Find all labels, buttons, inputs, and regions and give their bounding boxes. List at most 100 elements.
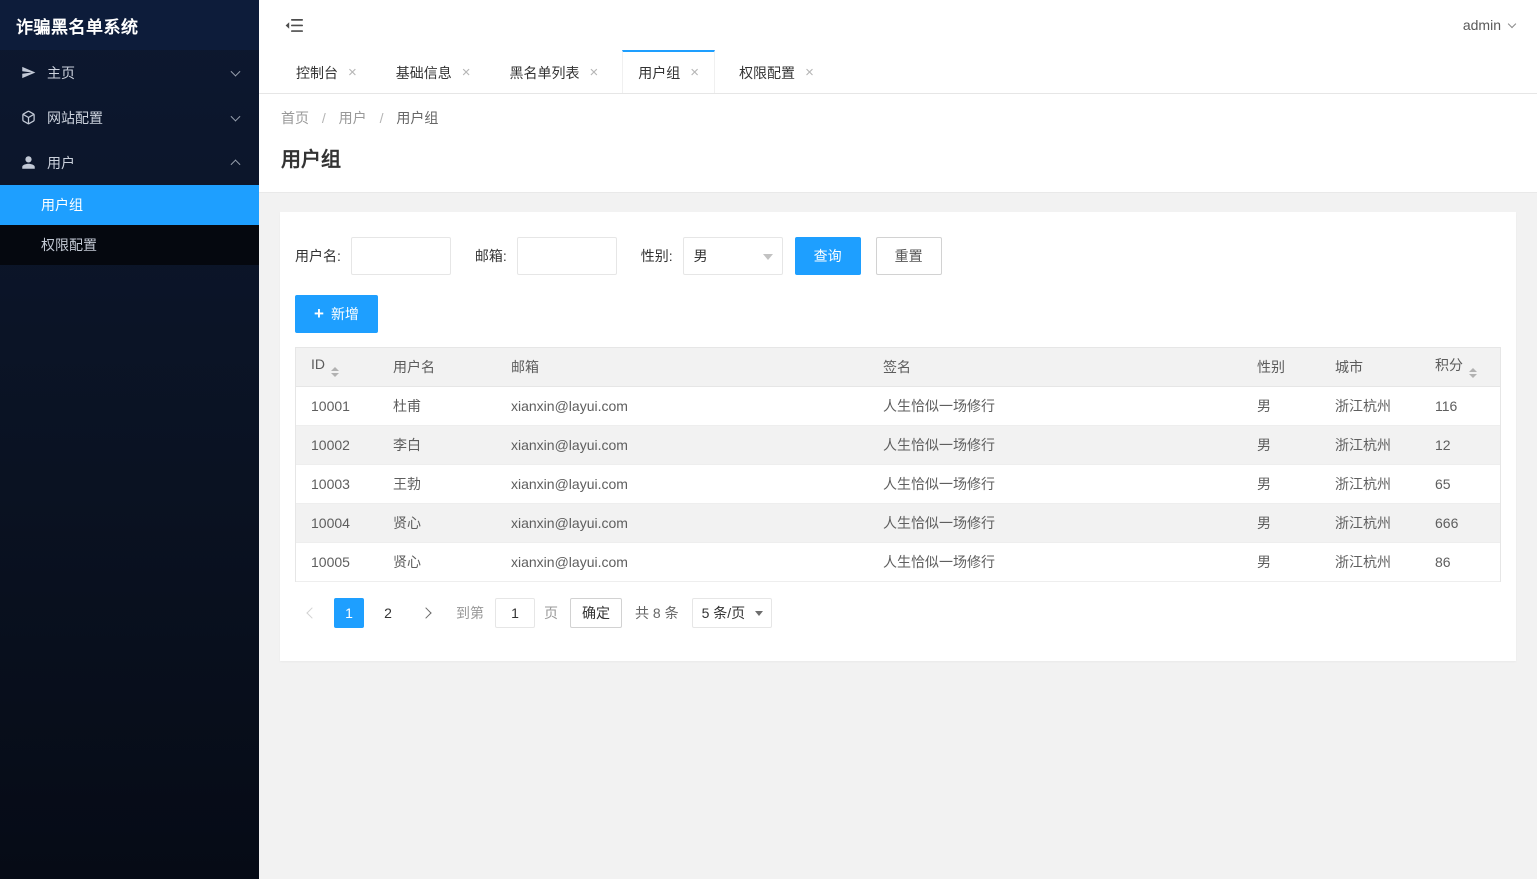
page-number-button[interactable]: 2: [373, 598, 403, 628]
cell-username: 李白: [378, 425, 496, 465]
table-header-row: ID 用户名 邮箱 签名 性别 城市 积分: [296, 348, 1500, 387]
cell-city: 浙江杭州: [1320, 464, 1420, 504]
table-column-header[interactable]: 积分: [1420, 348, 1500, 387]
sidebar-subitem-label: 用户组: [41, 197, 83, 213]
tab-close-icon[interactable]: ×: [690, 65, 699, 80]
cell-id: 10001: [296, 386, 378, 426]
table-column-header: 城市: [1320, 348, 1420, 387]
sidebar-item-user-group[interactable]: 用户组: [0, 185, 259, 225]
tab-label: 黑名单列表: [509, 64, 580, 81]
dropdown-arrow-icon: [755, 610, 764, 616]
page-size-value: 5 条/页: [701, 604, 746, 621]
sidebar-item-label: 用户: [47, 154, 75, 171]
breadcrumb-current: 用户组: [396, 110, 439, 126]
cube-icon: [22, 110, 35, 125]
sort-asc-icon: [331, 367, 339, 372]
cell-email: xianxin@layui.com: [496, 425, 868, 465]
sidebar-item-site-config[interactable]: 网站配置: [0, 95, 259, 140]
confirm-button[interactable]: 确定: [570, 597, 622, 628]
chevron-left-icon: [305, 606, 318, 619]
cell-signature: 人生恰似一场修行: [868, 503, 1242, 543]
tab-label: 用户组: [638, 64, 681, 81]
username-input[interactable]: [350, 237, 451, 275]
sort-icon[interactable]: [1469, 368, 1477, 379]
table-row: 10001 杜甫 xianxin@layui.com 人生恰似一场修行 男 浙江…: [296, 386, 1500, 426]
chevron-right-icon: [419, 606, 432, 619]
sidebar-item-users[interactable]: 用户: [0, 140, 259, 185]
goto-page-input[interactable]: [495, 597, 535, 628]
sort-icon[interactable]: [331, 367, 339, 378]
username: admin: [1462, 17, 1501, 33]
tab-bar: 控制台 × 基础信息 × 黑名单列表 × 用户组 × 权限配置 ×: [259, 50, 1537, 94]
sidebar: 诈骗黑名单系统 主页 网站配置 用户 用户组 权限配置: [0, 0, 259, 879]
add-button[interactable]: + 新增: [295, 295, 378, 333]
table-column-header: 用户名: [378, 348, 496, 387]
cell-city: 浙江杭州: [1320, 386, 1420, 426]
tab[interactable]: 用户组 ×: [622, 50, 716, 93]
pagination: 12 到第 页 确定 共 8 条 5 条/页: [295, 597, 1501, 628]
breadcrumb-user[interactable]: 用户: [339, 110, 367, 126]
tab[interactable]: 权限配置 ×: [724, 50, 829, 93]
cell-score: 86: [1420, 542, 1500, 582]
breadcrumb: 首页 / 用户 / 用户组: [281, 108, 1515, 128]
next-page-button[interactable]: [412, 598, 442, 628]
cell-email: xianxin@layui.com: [496, 464, 868, 504]
cell-gender: 男: [1242, 503, 1320, 543]
page-number-button[interactable]: 1: [334, 597, 364, 628]
gender-select[interactable]: 男: [682, 237, 783, 275]
email-input[interactable]: [516, 237, 617, 275]
cell-score: 116: [1420, 386, 1500, 426]
tab-close-icon[interactable]: ×: [805, 65, 814, 80]
toolbar: + 新增: [295, 295, 1501, 333]
cell-gender: 男: [1242, 386, 1320, 426]
table-column-header: 签名: [868, 348, 1242, 387]
app-root: 诈骗黑名单系统 主页 网站配置 用户 用户组 权限配置 admin 控制台 × …: [0, 0, 1537, 879]
breadcrumb-home[interactable]: 首页: [281, 110, 309, 126]
page-size-select[interactable]: 5 条/页: [691, 597, 773, 628]
content-area: 用户名: 邮箱: 性别: 男 查询 重置 + 新增 ID 用户名 邮箱 签名 性…: [259, 193, 1537, 879]
prev-page-button[interactable]: [295, 598, 325, 628]
users-table-wrap: ID 用户名 邮箱 签名 性别 城市 积分 10001 杜甫 xianxin@l…: [295, 347, 1501, 582]
sort-desc-icon: [331, 373, 339, 378]
tab-close-icon[interactable]: ×: [590, 65, 599, 80]
sidebar-item-home[interactable]: 主页: [0, 50, 259, 95]
collapse-sidebar-icon: [285, 18, 303, 32]
tab[interactable]: 基础信息 ×: [381, 50, 486, 93]
top-bar: admin: [259, 0, 1537, 50]
username-label: 用户名:: [295, 248, 341, 264]
cell-username: 王勃: [378, 464, 496, 504]
table-column-header: 性别: [1242, 348, 1320, 387]
tab[interactable]: 黑名单列表 ×: [495, 50, 614, 93]
table-column-header[interactable]: ID: [296, 348, 378, 387]
main-area: admin 控制台 × 基础信息 × 黑名单列表 × 用户组 × 权限配置 × …: [259, 0, 1537, 879]
cell-score: 666: [1420, 503, 1500, 543]
cell-city: 浙江杭州: [1320, 503, 1420, 543]
tab-label: 控制台: [296, 64, 338, 81]
email-field-group: 邮箱:: [475, 237, 617, 275]
cell-id: 10002: [296, 425, 378, 465]
chevron-up-icon: [230, 158, 241, 169]
gender-label: 性别:: [640, 248, 673, 264]
reset-button[interactable]: 重置: [875, 237, 942, 275]
sidebar-submenu-users: 用户组 权限配置: [0, 185, 259, 265]
query-button[interactable]: 查询: [794, 237, 861, 275]
page-title: 用户组: [281, 149, 341, 171]
tab-close-icon[interactable]: ×: [348, 65, 357, 80]
add-button-label: 新增: [330, 306, 359, 322]
cell-gender: 男: [1242, 542, 1320, 582]
user-menu[interactable]: admin: [1462, 17, 1517, 33]
tab-close-icon[interactable]: ×: [462, 65, 471, 80]
search-form: 用户名: 邮箱: 性别: 男 查询 重置: [295, 237, 1501, 275]
sort-desc-icon: [1469, 374, 1477, 379]
cell-signature: 人生恰似一场修行: [868, 425, 1242, 465]
collapse-sidebar-button[interactable]: [281, 14, 308, 37]
cell-email: xianxin@layui.com: [496, 503, 868, 543]
page-numbers: 12: [334, 597, 412, 628]
send-icon: [22, 66, 36, 79]
cell-email: xianxin@layui.com: [496, 386, 868, 426]
tab[interactable]: 控制台 ×: [281, 50, 372, 93]
cell-gender: 男: [1242, 464, 1320, 504]
table-row: 10003 王勃 xianxin@layui.com 人生恰似一场修行 男 浙江…: [296, 464, 1500, 504]
cell-username: 贤心: [378, 542, 496, 582]
sidebar-item-permission-config[interactable]: 权限配置: [0, 225, 259, 265]
